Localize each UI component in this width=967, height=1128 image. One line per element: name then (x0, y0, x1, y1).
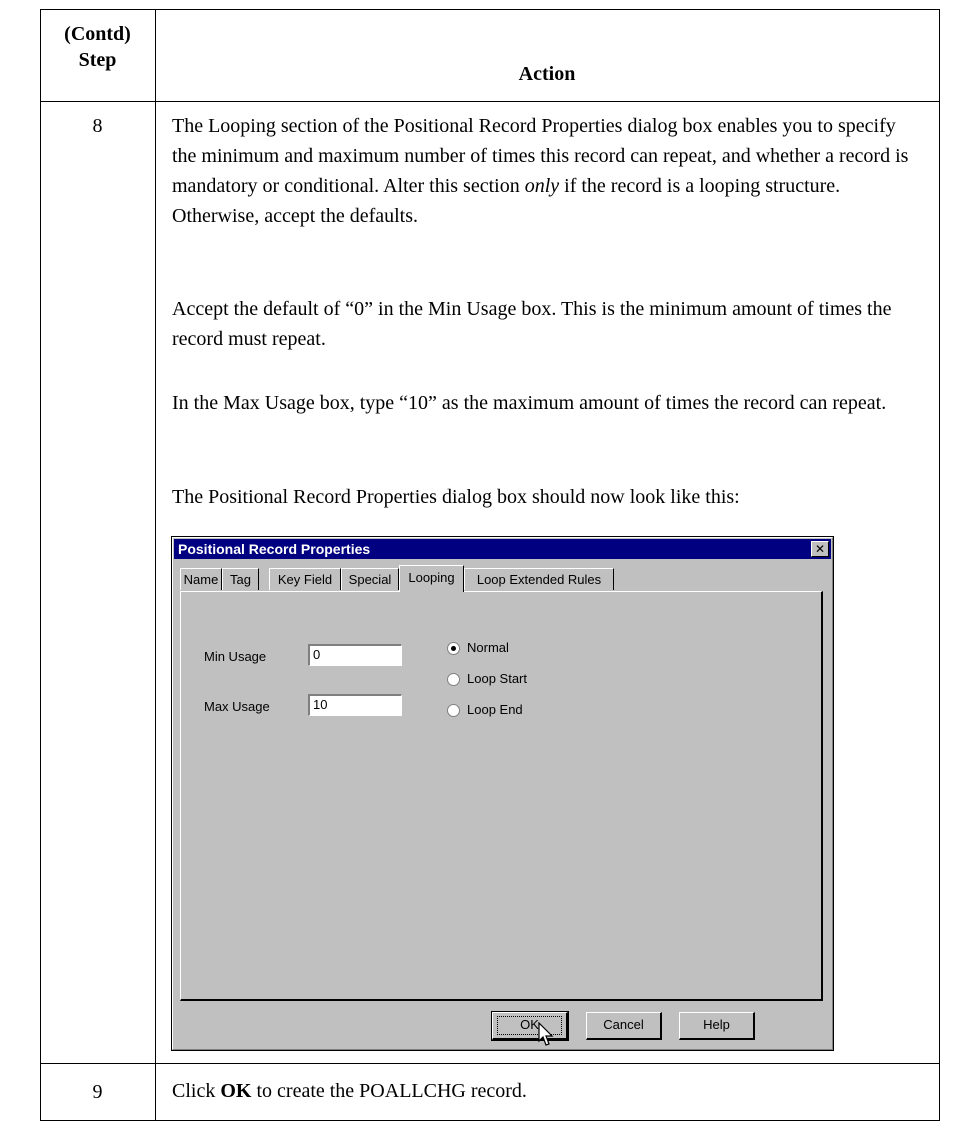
paragraph-text: Click (172, 1080, 221, 1102)
radio-loop-start-label[interactable]: Loop Start (467, 671, 527, 686)
step-number-8: 8 (92, 115, 103, 137)
step-number-9: 9 (92, 1081, 103, 1103)
paragraph-dialog-look: The Positional Record Properties dialog … (172, 486, 740, 508)
help-button[interactable]: Help (679, 1012, 755, 1040)
dialog-title: Positional Record Properties (178, 541, 371, 557)
paragraph-click-ok: Click OK to create the POALLCHG record. (172, 1076, 934, 1106)
radio-normal[interactable] (447, 642, 460, 655)
max-usage-input[interactable]: 10 (308, 694, 402, 716)
table-border-left (40, 9, 41, 1121)
row-divider (40, 1063, 940, 1064)
table-border-bottom (40, 1120, 940, 1121)
header-action: Action (518, 63, 576, 85)
mouse-cursor-icon (538, 1022, 554, 1046)
max-usage-label: Max Usage (204, 699, 270, 714)
tab-looping[interactable]: Looping (399, 565, 464, 592)
radio-selected-dot (451, 646, 456, 651)
header-step-label: Step (78, 49, 117, 71)
min-usage-label: Min Usage (204, 649, 267, 664)
header-step-contd: (Contd) (64, 23, 131, 45)
tab-key-field[interactable]: Key Field (269, 568, 341, 590)
positional-record-properties-dialog: Positional Record Properties ✕ Name Tag … (171, 536, 834, 1051)
dialog-titlebar[interactable]: Positional Record Properties ✕ (174, 539, 831, 559)
radio-loop-start[interactable] (447, 673, 460, 686)
cancel-button[interactable]: Cancel (586, 1012, 662, 1040)
tab-tag[interactable]: Tag (222, 568, 259, 590)
radio-loop-end[interactable] (447, 704, 460, 717)
paragraph-min-usage: Accept the default of “0” in the Min Usa… (172, 298, 892, 350)
emphasis-only: only (524, 175, 560, 197)
paragraph-max-usage: In the Max Usage box, type “10” as the m… (172, 392, 887, 414)
column-divider (155, 9, 156, 1121)
close-button[interactable]: ✕ (811, 541, 829, 557)
paragraph-looping-intro: The Looping section of the Positional Re… (172, 111, 922, 231)
radio-normal-label[interactable]: Normal (467, 640, 509, 655)
tab-special[interactable]: Special (341, 568, 399, 590)
radio-loop-end-label[interactable]: Loop End (467, 702, 523, 717)
header-divider (40, 101, 940, 102)
tab-name[interactable]: Name (180, 568, 222, 590)
header-step: (Contd) Step (40, 9, 155, 99)
paragraph-text: to create the POALLCHG record. (251, 1080, 527, 1102)
table-border-right (939, 9, 940, 1121)
table-border-top (40, 9, 940, 10)
min-usage-input[interactable]: 0 (308, 644, 402, 666)
tab-loop-extended-rules[interactable]: Loop Extended Rules (464, 568, 614, 590)
close-icon: ✕ (814, 542, 826, 556)
bold-ok: OK (220, 1080, 252, 1102)
